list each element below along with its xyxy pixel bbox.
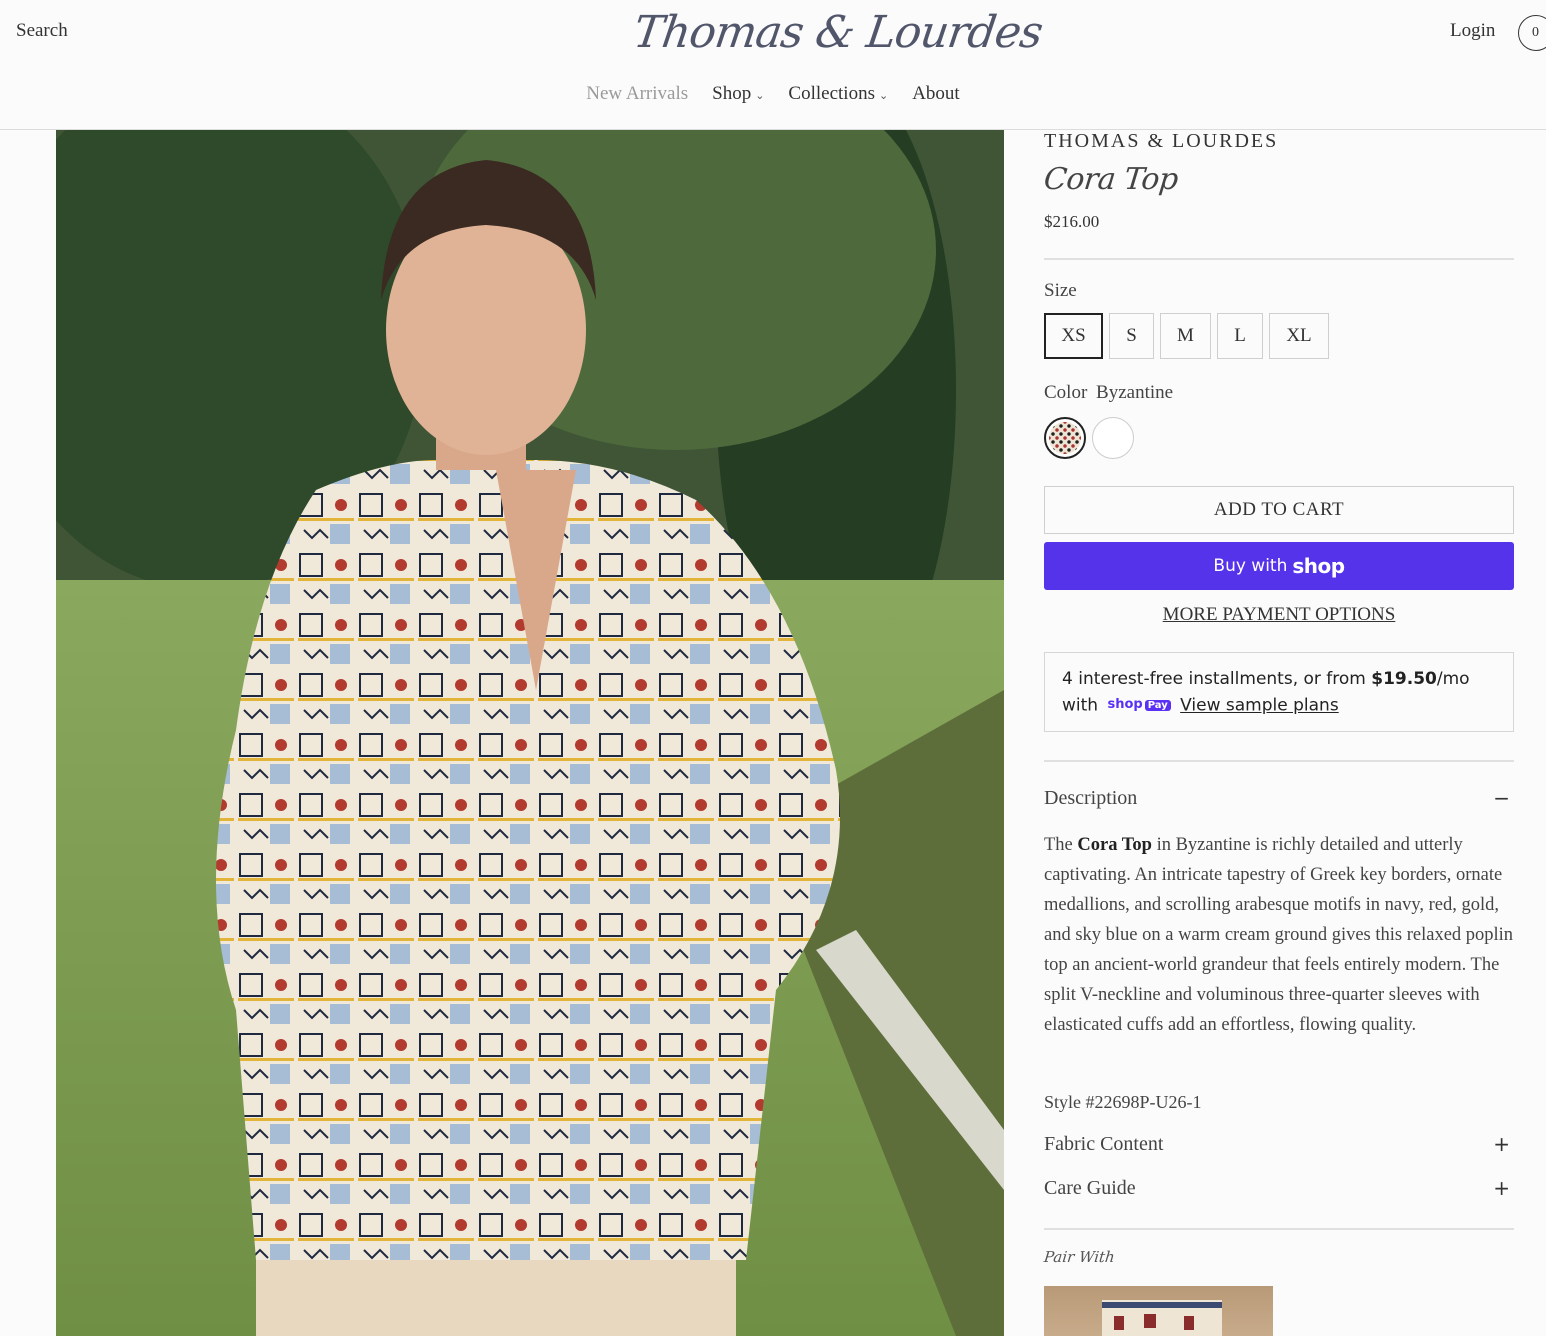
chevron-down-icon: ⌄ xyxy=(755,89,765,102)
shop-pay-shop: shop xyxy=(1107,697,1143,712)
size-option-s[interactable]: S xyxy=(1109,313,1154,359)
size-option-m[interactable]: M xyxy=(1160,313,1211,359)
search-link[interactable]: Search xyxy=(16,20,68,42)
more-payment-options-link[interactable]: MORE PAYMENT OPTIONS xyxy=(1044,604,1514,626)
size-label: Size xyxy=(1044,280,1077,301)
divider xyxy=(1044,1228,1514,1230)
product-photo-illustration xyxy=(56,130,1004,1336)
collapse-icon: − xyxy=(1493,786,1510,810)
nav-item-label: About xyxy=(912,83,960,104)
product-title: Cora Top xyxy=(1042,162,1180,197)
add-to-cart-button[interactable]: ADD TO CART xyxy=(1044,486,1514,534)
product-image[interactable] xyxy=(56,130,1004,1336)
shop-pay-logo: shop Pay xyxy=(1107,692,1171,719)
size-selector: XS S M L XL xyxy=(1044,313,1329,359)
style-number: Style #22698P-U26-1 xyxy=(1044,1092,1202,1112)
description-product-name: Cora Top xyxy=(1077,835,1152,855)
accordion-title: Description xyxy=(1044,786,1138,809)
pair-thumbnail-illustration xyxy=(1102,1300,1222,1336)
color-label: Color Byzantine xyxy=(1044,382,1173,404)
installments-text: 4 interest-free installments, or from xyxy=(1062,669,1372,689)
nav-item-about[interactable]: About xyxy=(912,80,960,108)
color-swatches xyxy=(1044,417,1134,459)
site-header: Search Thomas & Lourdes Login 0 New Arri… xyxy=(0,0,1546,130)
accordion-title: Care Guide xyxy=(1044,1176,1136,1199)
brand-logo[interactable]: Thomas & Lourdes xyxy=(630,2,1045,64)
expand-icon: + xyxy=(1493,1132,1510,1156)
color-label-text: Color xyxy=(1044,382,1088,403)
buy-with-shop-button[interactable]: Buy with shop xyxy=(1044,542,1514,590)
installments-with: with xyxy=(1062,695,1099,716)
product-brand: THOMAS & LOURDES xyxy=(1044,130,1279,152)
main-nav: New Arrivals Shop ⌄ Collections ⌄ About xyxy=(0,80,1546,108)
installments-amount: $19.50 xyxy=(1371,669,1437,689)
divider xyxy=(1044,760,1514,762)
product-description: The Cora Top in Byzantine is richly deta… xyxy=(1044,830,1516,1040)
description-body: in Byzantine is richly detailed and utte… xyxy=(1044,835,1514,1035)
buy-with-label: Buy with xyxy=(1213,556,1288,576)
pair-with-heading: Pair With xyxy=(1043,1248,1116,1266)
accordion-care-header[interactable]: Care Guide + xyxy=(1044,1176,1514,1200)
accordion-title: Fabric Content xyxy=(1044,1132,1164,1155)
color-swatch-white[interactable] xyxy=(1092,417,1134,459)
nav-item-label: Collections xyxy=(788,83,875,104)
nav-item-collections[interactable]: Collections ⌄ xyxy=(788,80,888,108)
color-value: Byzantine xyxy=(1096,382,1174,403)
description-intro: The xyxy=(1044,835,1078,855)
shop-pay-pay: Pay xyxy=(1144,700,1171,711)
login-link[interactable]: Login xyxy=(1450,20,1495,42)
view-sample-plans-link[interactable]: View sample plans xyxy=(1180,696,1339,716)
chevron-down-icon: ⌄ xyxy=(878,89,889,102)
nav-item-label: Shop xyxy=(712,83,752,104)
expand-icon: + xyxy=(1493,1176,1510,1200)
installments-box: 4 interest-free installments, or from $1… xyxy=(1044,652,1514,732)
accordion-fabric-header[interactable]: Fabric Content + xyxy=(1044,1132,1514,1156)
divider xyxy=(1044,258,1514,260)
nav-item-shop[interactable]: Shop ⌄ xyxy=(712,80,764,108)
size-option-l[interactable]: L xyxy=(1217,313,1263,359)
color-swatch-byzantine[interactable] xyxy=(1044,417,1086,459)
installments-per-month: /mo xyxy=(1436,669,1470,689)
nav-item-new-arrivals[interactable]: New Arrivals xyxy=(586,80,688,108)
size-option-xs[interactable]: XS xyxy=(1044,313,1103,359)
size-option-xl[interactable]: XL xyxy=(1269,313,1329,359)
pair-with-product-thumbnail[interactable] xyxy=(1044,1286,1273,1336)
shop-logo: shop xyxy=(1292,554,1345,578)
cart-button[interactable]: 0 xyxy=(1518,15,1546,51)
product-price: $216.00 xyxy=(1044,212,1100,231)
accordion-description-header[interactable]: Description − xyxy=(1044,786,1514,810)
nav-item-label: New Arrivals xyxy=(586,83,689,104)
